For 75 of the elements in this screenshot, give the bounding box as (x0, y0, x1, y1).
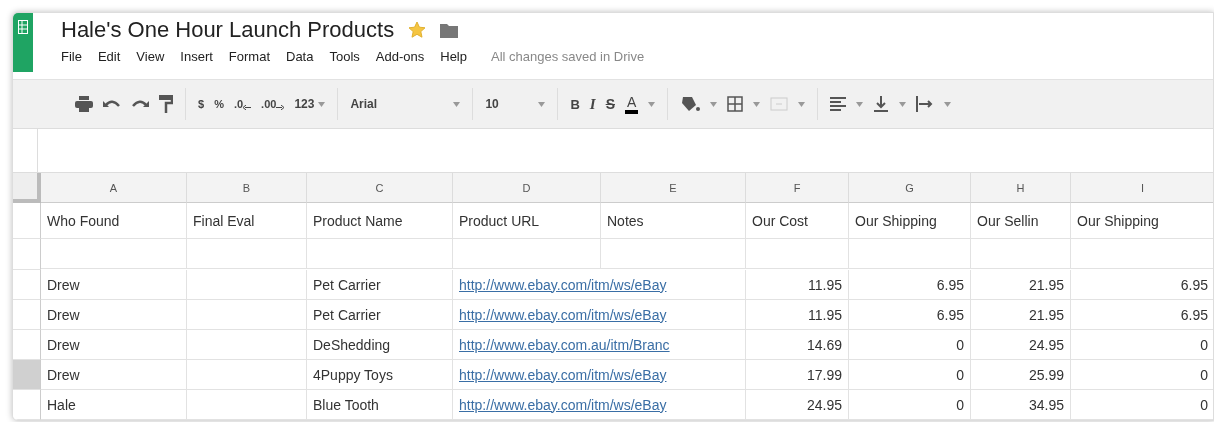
url-link[interactable]: http://www.ebay.com/itm/ws/eBay (453, 390, 746, 420)
bold-button[interactable]: B (570, 96, 580, 112)
font-size-dropdown[interactable]: 10 (485, 97, 546, 111)
table-cell: 24.95 (746, 390, 849, 420)
url-link[interactable]: http://www.ebay.com/itm/ws/eBay (453, 360, 746, 390)
table-cell: Drew (41, 300, 187, 330)
table-cell: Drew (41, 330, 187, 360)
menu-item[interactable]: Tools (321, 49, 368, 64)
table-cell: Who Found (41, 203, 187, 239)
column-header[interactable]: E (601, 173, 746, 203)
text-color-button[interactable]: A (625, 94, 639, 114)
strikethrough-button[interactable]: S (605, 96, 615, 112)
save-status: All changes saved in Drive (491, 49, 645, 64)
table-cell: 6.95 (849, 270, 971, 300)
document-title[interactable]: Hale's One Hour Launch Products (61, 17, 395, 43)
menu-item[interactable]: Data (278, 49, 322, 64)
percent-button[interactable]: % (214, 98, 224, 110)
currency-button[interactable]: $ (198, 98, 205, 110)
table-cell: 11.95 (746, 270, 849, 300)
table-cell: 4Puppy Toys (307, 360, 453, 390)
font-dropdown[interactable]: Arial (350, 97, 461, 111)
menu-item[interactable]: Format (220, 49, 278, 64)
table-cell: Product Name (307, 203, 453, 239)
table-cell: Our Shipping (1071, 203, 1213, 239)
table-cell: 17.99 (746, 360, 849, 390)
table-cell: 0 (849, 330, 971, 360)
table-cell: Our Sellin (971, 203, 1071, 239)
url-link[interactable]: http://www.ebay.com/itm/ws/eBay (453, 300, 746, 330)
column-header[interactable]: B (187, 173, 307, 203)
url-link[interactable]: http://www.ebay.com/itm/ws/eBay (453, 270, 746, 300)
column-header[interactable]: A (41, 173, 187, 203)
table-cell: Drew (41, 270, 187, 300)
table-cell: 0 (1071, 330, 1213, 360)
table-cell: 6.95 (1071, 300, 1213, 330)
table-cell: 0 (849, 360, 971, 390)
table-cell: 21.95 (971, 300, 1071, 330)
menu-item[interactable]: File (61, 49, 90, 64)
table-cell: Our Shipping (849, 203, 971, 239)
table-cell: Our Cost (746, 203, 849, 239)
more-formats-button[interactable]: 123 (294, 97, 326, 111)
table-cell: 24.95 (971, 330, 1071, 360)
menu-item[interactable]: Add-ons (367, 49, 433, 64)
table-cell: 0 (1071, 360, 1213, 390)
column-header[interactable]: C (307, 173, 453, 203)
table-cell: Drew (41, 360, 187, 390)
table-cell: Hale (41, 390, 187, 420)
column-header[interactable]: G (849, 173, 971, 203)
table-cell: 21.95 (971, 270, 1071, 300)
column-header[interactable]: F (746, 173, 849, 203)
column-header[interactable]: H (971, 173, 1071, 203)
table-cell: Product URL (453, 203, 601, 239)
url-link[interactable]: http://www.ebay.com.au/itm/Branc (453, 330, 746, 360)
table-cell: 11.95 (746, 300, 849, 330)
table-cell: Pet Carrier (307, 270, 453, 300)
table-cell: Pet Carrier (307, 300, 453, 330)
table-cell: Final Eval (187, 203, 307, 239)
table-cell: 25.99 (971, 360, 1071, 390)
menu-item[interactable]: Insert (172, 49, 221, 64)
column-header[interactable]: D (453, 173, 601, 203)
column-header[interactable]: I (1071, 173, 1213, 203)
increase-decimals-button[interactable]: .00 (261, 98, 285, 110)
table-cell: 14.69 (746, 330, 849, 360)
table-cell: 0 (849, 390, 971, 420)
table-cell: Blue Tooth (307, 390, 453, 420)
table-cell: 0 (1071, 390, 1213, 420)
table-cell: 34.95 (971, 390, 1071, 420)
menu-item[interactable]: View (128, 49, 173, 64)
decrease-decimals-button[interactable]: .0 (233, 98, 252, 110)
table-cell: 6.95 (849, 300, 971, 330)
table-cell: 6.95 (1071, 270, 1213, 300)
table-cell: Notes (601, 203, 746, 239)
table-cell: DeShedding (307, 330, 453, 360)
italic-button[interactable]: I (589, 95, 596, 113)
menu-item[interactable]: Help (432, 49, 475, 64)
menu-item[interactable]: Edit (89, 49, 129, 64)
